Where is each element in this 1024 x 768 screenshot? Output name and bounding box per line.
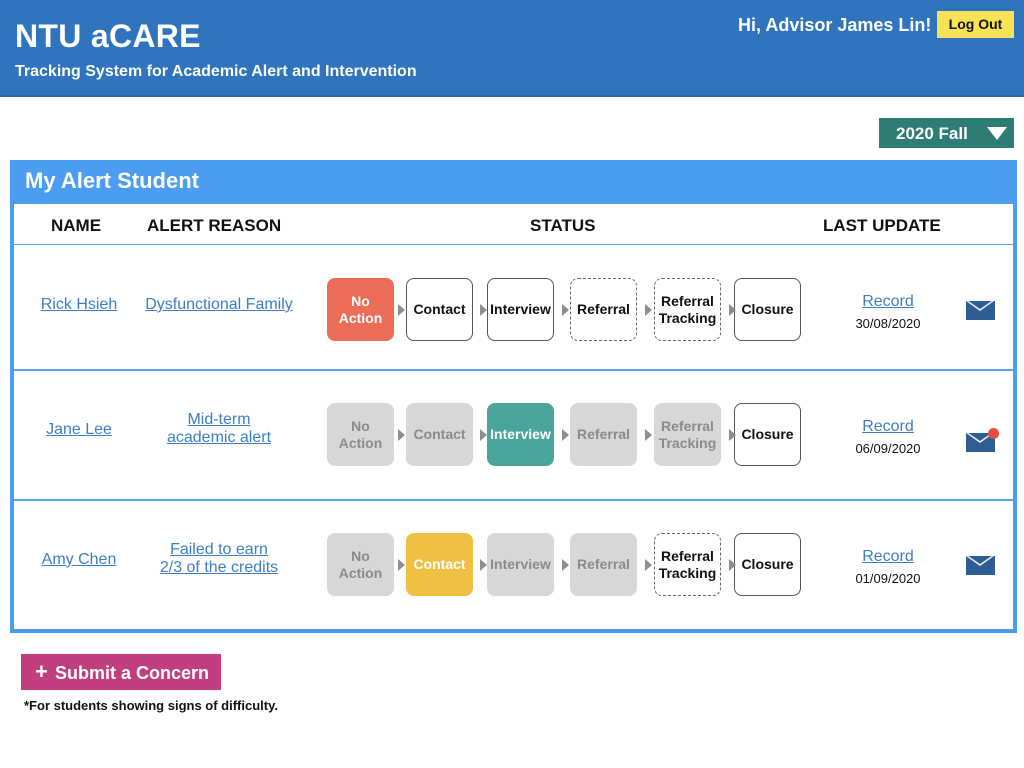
status-step-interview[interactable]: Interview [487,403,554,466]
student-name-link[interactable]: Rick Hsieh [24,296,134,314]
record-link[interactable]: Record [848,293,928,311]
mail-icon[interactable] [966,556,995,575]
column-header-last-update: LAST UPDATE [823,216,941,235]
chevron-right-icon [480,429,487,441]
status-step-referral[interactable]: Referral [570,533,637,596]
app-subtitle: Tracking System for Academic Alert and I… [15,63,417,80]
last-update-date: 01/09/2020 [855,571,921,586]
status-step-no-action[interactable]: No Action [327,278,394,341]
status-step-referral-tracking[interactable]: Referral Tracking [654,278,721,341]
semester-dropdown[interactable]: 2020 Fall [879,118,1014,148]
app-title: NTU aCARE [15,18,201,54]
alert-reason-link[interactable]: Mid-term academic alert [139,411,299,447]
submit-concern-button[interactable]: + Submit a Concern [21,654,221,690]
chevron-right-icon [645,304,652,316]
column-header-status: STATUS [530,216,596,235]
chevron-right-icon [398,429,405,441]
chevron-right-icon [480,559,487,571]
alert-student-table: NAME ALERT REASON STATUS LAST UPDATE Ric… [14,204,1013,629]
status-step-referral[interactable]: Referral [570,278,637,341]
semester-selected: 2020 Fall [896,124,968,143]
chevron-right-icon [729,429,736,441]
student-name-link[interactable]: Amy Chen [24,551,134,569]
panel-title: My Alert Student [25,168,199,193]
record-link[interactable]: Record [848,548,928,566]
status-step-referral-tracking[interactable]: Referral Tracking [654,403,721,466]
chevron-right-icon [480,304,487,316]
alert-reason-link[interactable]: Dysfunctional Family [139,296,299,314]
logout-button[interactable]: Log Out [937,11,1014,38]
column-header-alert-reason: ALERT REASON [147,216,282,235]
status-step-closure[interactable]: Closure [734,533,801,596]
table-row: Jane Lee Mid-term academic alert No Action Co… [14,370,1013,496]
chevron-right-icon [729,559,736,571]
user-greeting: Hi, Advisor James Lin! [738,15,932,35]
chevron-right-icon [645,559,652,571]
unread-badge [988,428,999,439]
submit-concern-label: Submit a Concern [55,663,210,683]
status-step-contact[interactable]: Contact [406,278,473,341]
chevron-right-icon [562,559,569,571]
status-step-interview[interactable]: Interview [487,278,554,341]
last-update-date: 30/08/2020 [855,316,921,331]
alert-student-panel: My Alert Student NAME ALERT REASON STATU… [10,160,1017,633]
status-step-referral[interactable]: Referral [570,403,637,466]
chevron-right-icon [562,304,569,316]
status-step-closure[interactable]: Closure [734,278,801,341]
record-link[interactable]: Record [848,418,928,436]
student-name-link[interactable]: Jane Lee [24,421,134,439]
status-step-no-action[interactable]: No Action [327,403,394,466]
chevron-right-icon [562,429,569,441]
chevron-right-icon [729,304,736,316]
status-step-referral-tracking[interactable]: Referral Tracking [654,533,721,596]
mail-icon[interactable] [966,301,995,320]
chevron-right-icon [645,429,652,441]
table-row: Rick Hsieh Dysfunctional Family No Action Co… [14,245,1013,371]
last-update-date: 06/09/2020 [855,441,921,456]
status-step-contact[interactable]: Contact [406,533,473,596]
caret-down-icon [987,127,1007,140]
status-step-closure[interactable]: Closure [734,403,801,466]
footnote: *For students showing signs of difficult… [24,698,278,713]
plus-icon: + [35,659,48,684]
alert-reason-link[interactable]: Failed to earn 2/3 of the credits [139,541,299,577]
status-step-no-action[interactable]: No Action [327,533,394,596]
status-step-interview[interactable]: Interview [487,533,554,596]
column-header-name: NAME [51,216,102,235]
app-header: NTU aCARE Tracking System for Academic A… [0,0,1024,97]
chevron-right-icon [398,304,405,316]
table-row: Amy Chen Failed to earn 2/3 of the credits… [14,500,1013,626]
chevron-right-icon [398,559,405,571]
status-step-contact[interactable]: Contact [406,403,473,466]
